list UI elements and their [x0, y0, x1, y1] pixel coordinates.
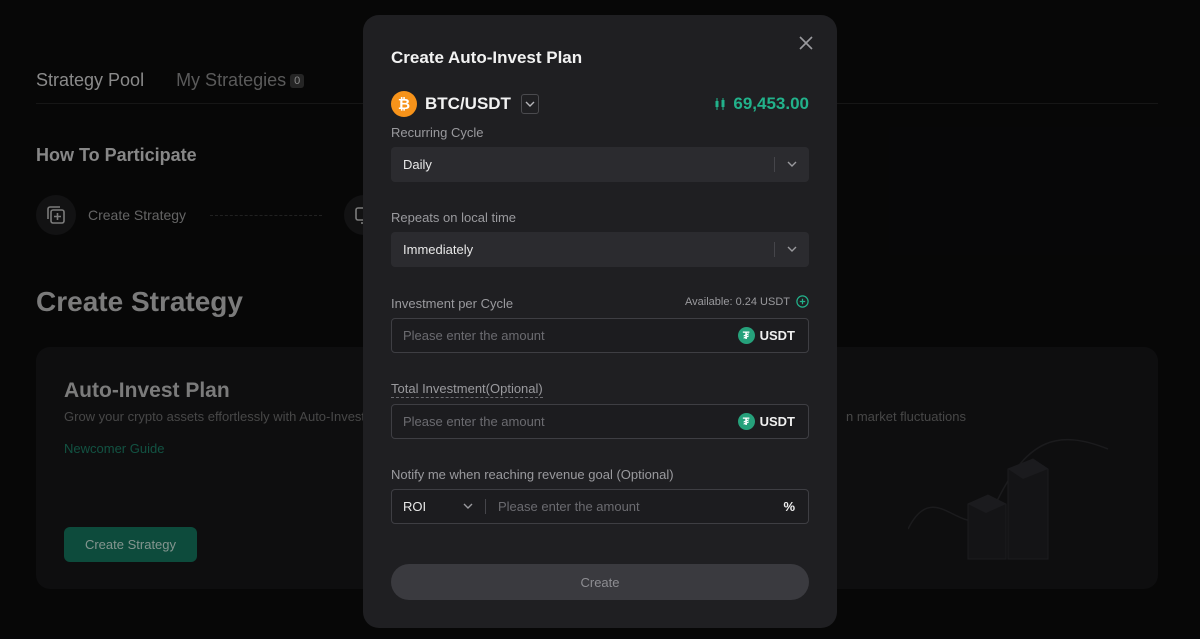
field-divider	[485, 499, 486, 514]
create-button[interactable]: Create	[391, 564, 809, 600]
close-button[interactable]	[795, 32, 817, 54]
modal-title: Create Auto-Invest Plan	[391, 48, 583, 67]
price-display: 69,453.00	[713, 94, 809, 114]
select-divider	[774, 157, 775, 172]
goal-type-value: ROI	[403, 499, 427, 514]
percent-unit: %	[783, 499, 795, 514]
select-value: Daily	[403, 157, 432, 172]
tether-icon: ₮	[737, 413, 755, 430]
notify-label: Notify me when reaching revenue goal (Op…	[391, 467, 674, 482]
chevron-down-icon	[525, 101, 535, 107]
investment-per-cycle-label: Investment per Cycle	[391, 296, 514, 311]
available-balance: Available: 0.24 USDT	[685, 295, 809, 308]
unit-label: USDT	[759, 328, 795, 343]
total-investment-label: Total Investment(Optional)	[391, 381, 543, 398]
repeats-label: Repeats on local time	[391, 210, 517, 225]
goal-type-select[interactable]: ROI	[403, 490, 485, 523]
repeats-select[interactable]: Immediately	[391, 232, 809, 267]
chevron-down-icon	[463, 503, 473, 509]
current-price: 69,453.00	[733, 94, 809, 113]
pair-dropdown-button[interactable]	[520, 94, 539, 114]
investment-per-cycle-input[interactable]	[403, 328, 738, 343]
bitcoin-icon: ₿	[391, 91, 417, 117]
chevron-down-icon	[787, 161, 797, 167]
chevron-down-icon	[787, 246, 797, 252]
create-auto-invest-modal: Create Auto-Invest Plan ₿ BTC/USDT 69,45…	[363, 15, 837, 628]
add-circle-icon[interactable]	[796, 295, 809, 308]
tether-icon: ₮	[737, 327, 755, 344]
unit-label: USDT	[759, 414, 795, 429]
trading-pair-row: ₿ BTC/USDT 69,453.00	[391, 91, 809, 117]
total-investment-label-text: Total Investment(Optional)	[391, 381, 543, 398]
recurring-cycle-select[interactable]: Daily	[391, 147, 809, 182]
close-icon	[799, 36, 813, 50]
total-investment-field: ₮ USDT	[391, 404, 809, 439]
candlestick-icon	[715, 98, 725, 110]
revenue-goal-input[interactable]	[498, 499, 784, 514]
recurring-cycle-label: Recurring Cycle	[391, 125, 484, 140]
select-divider	[774, 242, 775, 257]
select-value: Immediately	[403, 242, 474, 257]
available-text: Available: 0.24 USDT	[685, 295, 790, 308]
currency-unit: ₮ USDT	[737, 327, 795, 344]
investment-per-cycle-field: ₮ USDT	[391, 318, 809, 353]
total-investment-input[interactable]	[403, 414, 738, 429]
currency-unit: ₮ USDT	[737, 413, 795, 430]
pair-name: BTC/USDT	[425, 94, 511, 113]
notify-field: ROI %	[391, 489, 809, 524]
